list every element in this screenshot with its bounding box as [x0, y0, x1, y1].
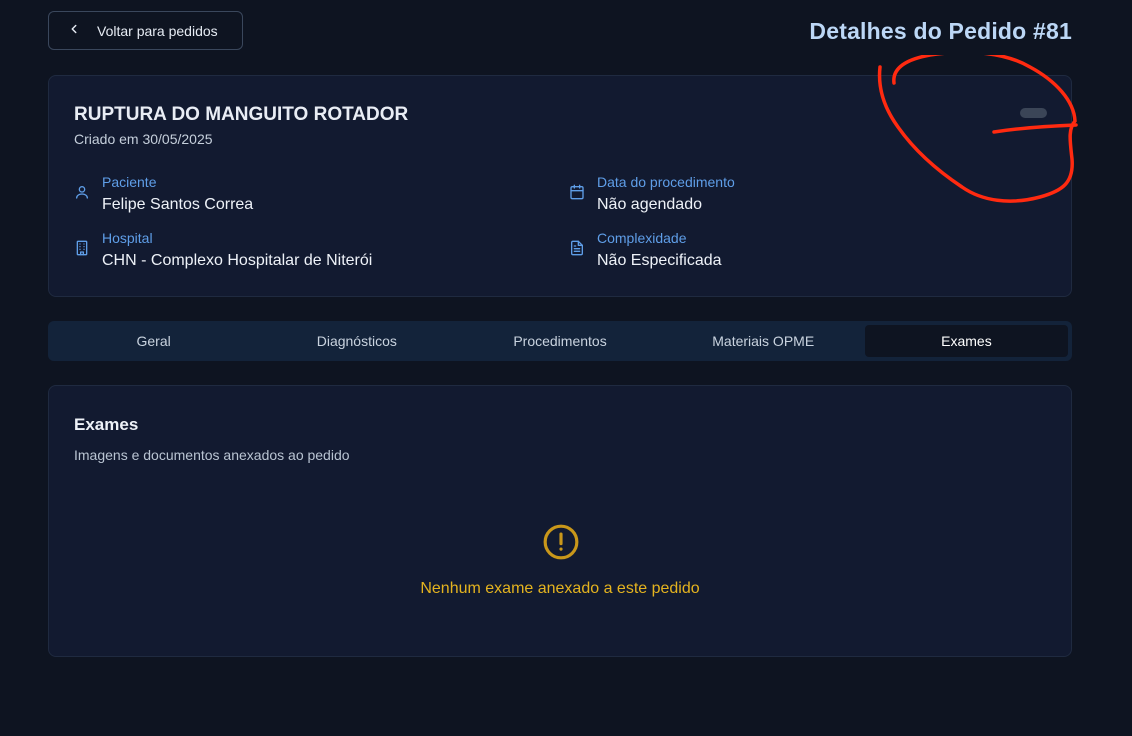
complexity-value: Não Especificada [597, 252, 722, 269]
order-created-date: Criado em 30/05/2025 [74, 131, 213, 147]
tab-bar: Geral Diagnósticos Procedimentos Materia… [48, 321, 1072, 361]
status-badge [1020, 108, 1047, 118]
exams-title: Exames [74, 415, 139, 434]
complexity-info: Complexidade Não Especificada [569, 229, 722, 272]
tab-diagnosticos[interactable]: Diagnósticos [255, 325, 458, 357]
order-title: RUPTURA DO MANGUITO ROTADOR [74, 104, 409, 125]
patient-value: Felipe Santos Correa [102, 196, 254, 213]
exams-card: Exames Imagens e documentos anexados ao … [48, 385, 1072, 657]
chevron-left-icon [67, 22, 81, 39]
procedure-date-label: Data do procedimento [597, 174, 735, 190]
page: Voltar para pedidos Detalhes do Pedido #… [0, 0, 1132, 736]
alert-circle-icon [542, 523, 580, 561]
tab-procedimentos[interactable]: Procedimentos [458, 325, 661, 357]
document-icon [569, 239, 585, 257]
tab-materiais-opme[interactable]: Materiais OPME [662, 325, 865, 357]
back-button-label: Voltar para pedidos [97, 22, 218, 39]
patient-info: Paciente Felipe Santos Correa [74, 173, 253, 216]
order-summary-card: RUPTURA DO MANGUITO ROTADOR Criado em 30… [48, 75, 1072, 297]
complexity-label: Complexidade [597, 230, 687, 246]
back-to-orders-button[interactable]: Voltar para pedidos [48, 11, 243, 50]
user-icon [74, 183, 90, 201]
tab-geral[interactable]: Geral [52, 325, 255, 357]
procedure-date-value: Não agendado [597, 196, 702, 213]
hospital-value: CHN - Complexo Hospitalar de Niterói [102, 252, 373, 269]
patient-label: Paciente [102, 174, 157, 190]
page-title: Detalhes do Pedido #81 [809, 18, 1072, 44]
building-icon [74, 239, 90, 257]
exams-subtitle: Imagens e documentos anexados ao pedido [74, 447, 350, 463]
hospital-info: Hospital CHN - Complexo Hospitalar de Ni… [74, 229, 372, 272]
procedure-date-info: Data do procedimento Não agendado [569, 173, 735, 216]
hospital-label: Hospital [102, 230, 153, 246]
empty-state-message: Nenhum exame anexado a este pedido [420, 580, 700, 597]
calendar-icon [569, 183, 585, 201]
tab-exames[interactable]: Exames [864, 325, 1069, 357]
